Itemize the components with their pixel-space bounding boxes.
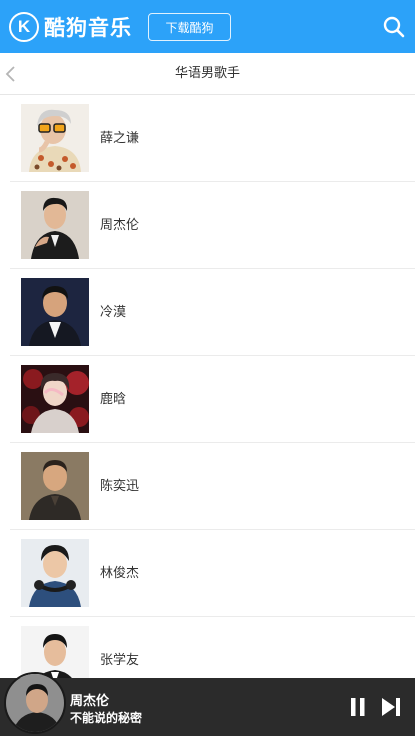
singer-avatar [21,365,89,433]
album-cover[interactable] [4,672,66,734]
logo-text: 酷狗音乐 [44,16,132,40]
kugou-logo[interactable]: K 酷狗音乐 [9,11,132,43]
singer-row[interactable]: 周杰伦 [10,182,415,269]
pause-icon[interactable] [348,696,368,718]
singer-avatar [21,452,89,520]
singer-name: 陈奕迅 [100,479,140,494]
logo-letter: K [17,17,31,36]
singer-name: 周杰伦 [100,218,140,233]
singer-row[interactable]: 冷漠 [10,269,415,356]
sub-header: 华语男歌手 [0,53,415,95]
singer-avatar [21,191,89,259]
app-header: K 酷狗音乐 下载酷狗 [0,0,415,53]
singer-row[interactable]: 鹿晗 [10,356,415,443]
singer-avatar [21,278,89,346]
page-title: 华语男歌手 [174,66,240,81]
singer-row[interactable]: 薛之谦 [10,95,415,182]
singer-name: 林俊杰 [100,566,140,581]
singer-avatar [21,539,89,607]
logo-k-icon: K [9,12,39,42]
now-playing-song: 不能说的秘密 [70,711,143,725]
singer-row[interactable]: 林俊杰 [10,530,415,617]
singer-avatar [21,104,89,172]
singer-name: 冷漠 [100,305,127,320]
search-icon[interactable] [382,15,406,39]
singer-name: 薛之谦 [100,131,140,146]
skip-next-icon[interactable] [380,696,402,718]
now-playing-artist: 周杰伦 [70,694,110,709]
singer-row[interactable]: 陈奕迅 [10,443,415,530]
singer-list: 薛之谦 周杰伦 冷漠 鹿晗 陈奕迅 林俊杰 张学友 [0,95,415,704]
download-app-button[interactable]: 下载酷狗 [148,13,231,41]
chevron-left-icon[interactable] [3,63,19,85]
singer-name: 鹿晗 [100,392,127,407]
mini-player[interactable]: 周杰伦 不能说的秘密 [0,672,415,736]
